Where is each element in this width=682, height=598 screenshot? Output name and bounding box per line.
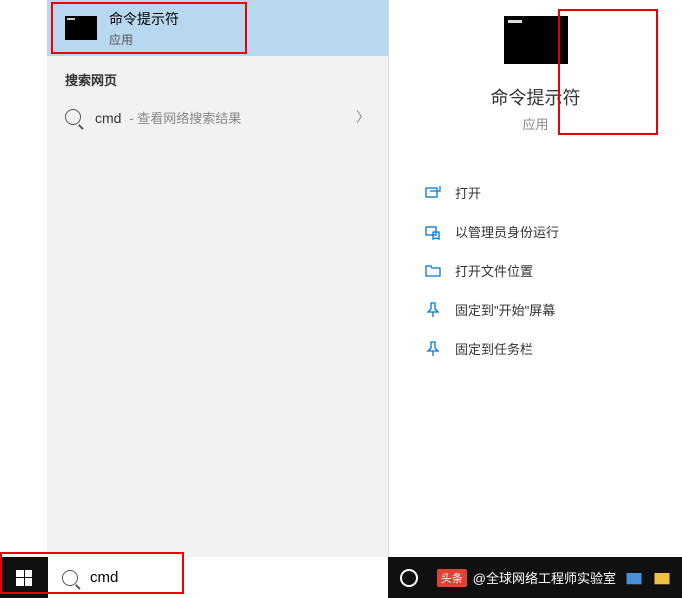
- action-label: 固定到"开始"屏幕: [455, 300, 555, 319]
- toutiao-watermark: 头条 @全球网络工程师实验室: [437, 568, 616, 587]
- pin-taskbar-icon: [425, 341, 441, 357]
- search-results-panel: 命令提示符 应用 搜索网页 cmd - 查看网络搜索结果 〉: [47, 0, 389, 557]
- action-open-location[interactable]: 打开文件位置: [389, 251, 682, 290]
- taskbar-right: 头条 @全球网络工程师实验室: [437, 568, 682, 588]
- windows-logo-icon: [16, 570, 32, 586]
- start-button[interactable]: [0, 557, 48, 598]
- cmd-detail-icon: [504, 16, 568, 64]
- detail-title: 命令提示符: [409, 84, 662, 110]
- action-label: 打开: [455, 183, 481, 202]
- action-open[interactable]: 打开: [389, 173, 682, 212]
- open-icon: [425, 185, 441, 201]
- taskbar-search-box[interactable]: [48, 557, 388, 598]
- admin-icon: [425, 224, 441, 240]
- action-pin-start[interactable]: 固定到"开始"屏幕: [389, 290, 682, 329]
- action-run-admin[interactable]: 以管理员身份运行: [389, 212, 682, 251]
- best-match-text: 命令提示符 应用: [109, 9, 179, 48]
- best-match-title: 命令提示符: [109, 9, 179, 29]
- taskbar: 头条 @全球网络工程师实验室: [0, 557, 682, 598]
- search-icon: [62, 570, 78, 586]
- action-pin-taskbar[interactable]: 固定到任务栏: [389, 329, 682, 368]
- best-match-result[interactable]: 命令提示符 应用: [47, 0, 388, 56]
- web-result-text: cmd - 查看网络搜索结果: [95, 108, 342, 127]
- tray-icon[interactable]: [652, 568, 672, 588]
- web-section-header: 搜索网页: [47, 56, 388, 97]
- web-query: cmd: [95, 110, 121, 126]
- web-hint: - 查看网络搜索结果: [129, 111, 241, 126]
- action-label: 打开文件位置: [455, 261, 533, 280]
- toutiao-author: @全球网络工程师实验室: [473, 568, 616, 587]
- folder-icon: [425, 263, 441, 279]
- best-match-subtitle: 应用: [109, 31, 179, 48]
- cmd-app-icon: [65, 16, 97, 40]
- actions-list: 打开 以管理员身份运行 打开文件位置 固定到"开始"屏幕 固定到任务栏: [389, 153, 682, 368]
- cortana-icon[interactable]: [400, 569, 418, 587]
- chevron-right-icon: 〉: [356, 107, 370, 127]
- search-icon: [65, 109, 81, 125]
- detail-header: 命令提示符 应用: [389, 16, 682, 153]
- pin-start-icon: [425, 302, 441, 318]
- web-search-result[interactable]: cmd - 查看网络搜索结果 〉: [47, 97, 388, 137]
- action-label: 固定到任务栏: [455, 339, 533, 358]
- toutiao-badge: 头条: [437, 569, 467, 587]
- search-input[interactable]: [90, 569, 374, 586]
- action-label: 以管理员身份运行: [455, 222, 559, 241]
- detail-subtitle: 应用: [409, 114, 662, 133]
- detail-panel: 命令提示符 应用 打开 以管理员身份运行 打开文件位置 固定到"开始"屏幕 固定…: [389, 0, 682, 557]
- tray-icon[interactable]: [624, 568, 644, 588]
